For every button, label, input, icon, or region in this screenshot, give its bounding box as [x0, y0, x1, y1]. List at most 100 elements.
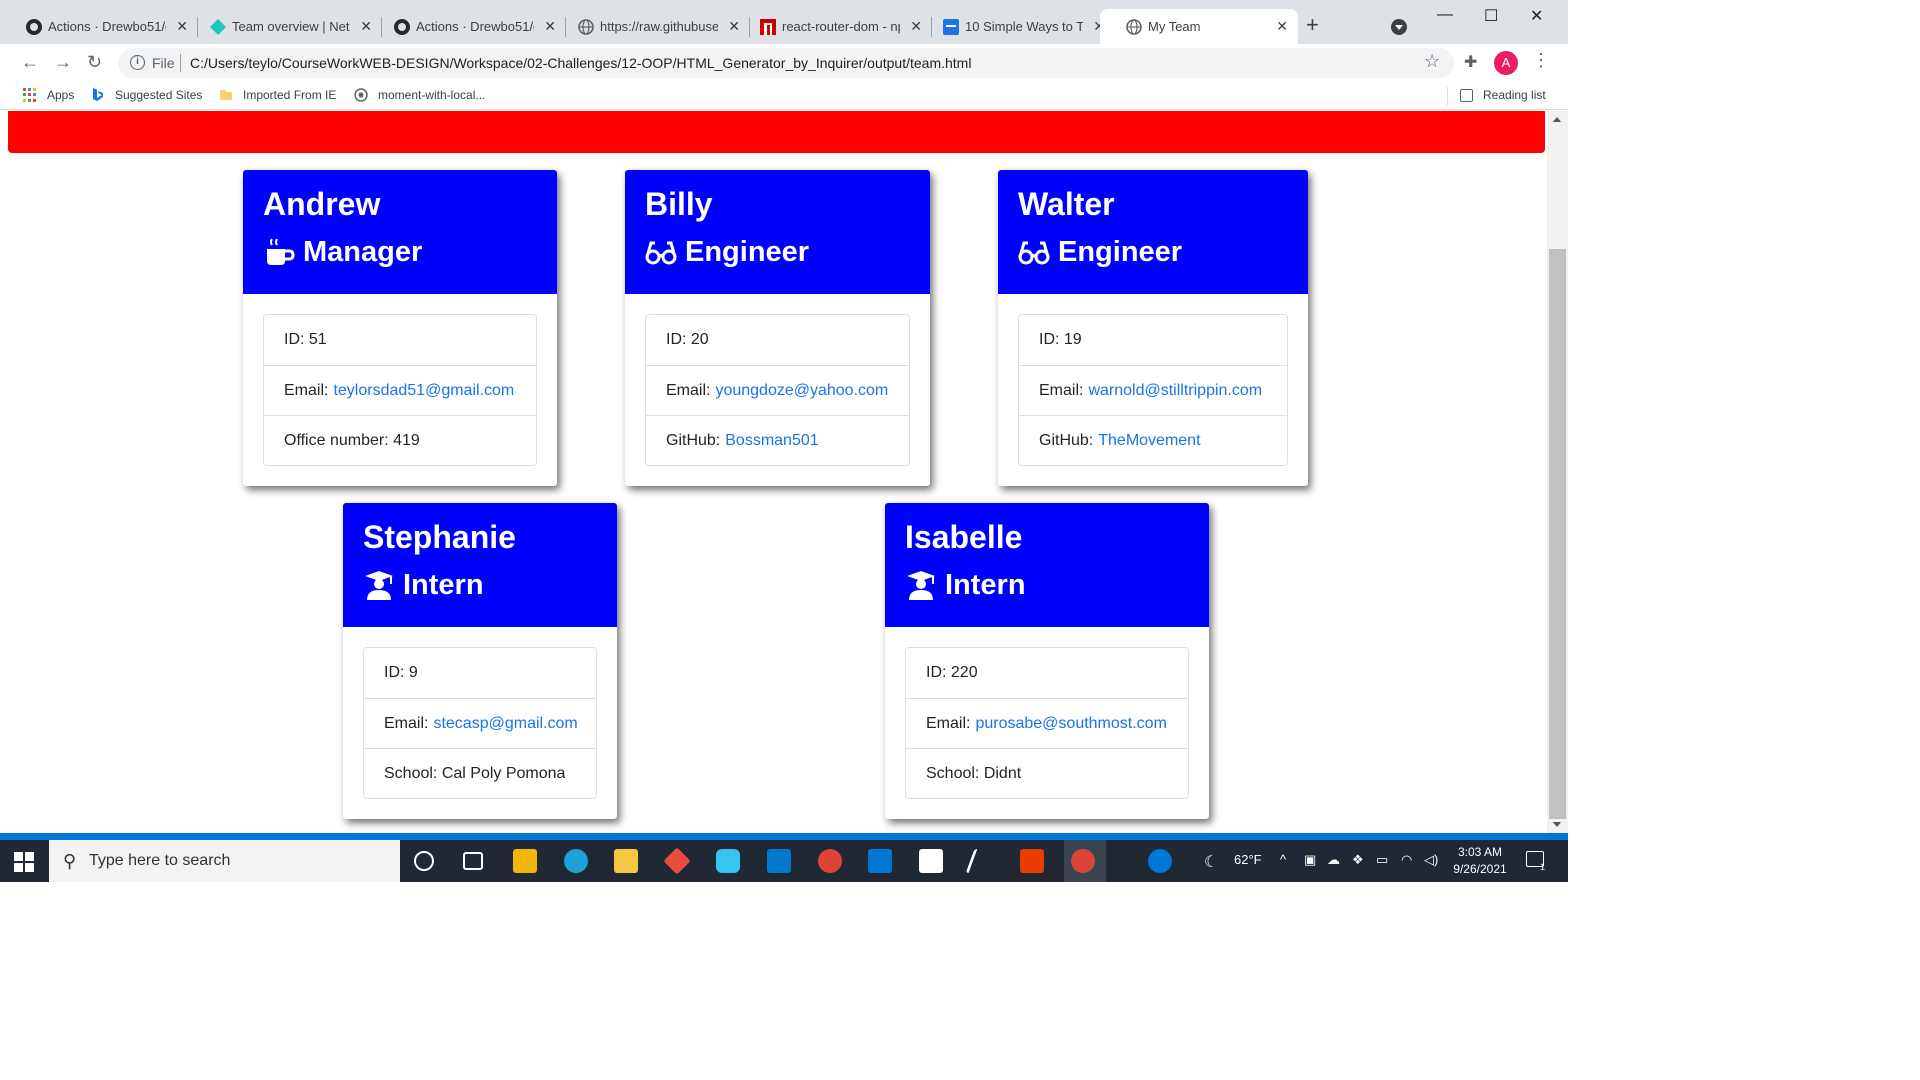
list-item-email: Email: teylorsdad51@gmail.com [264, 365, 536, 415]
list-item-email: Email: youngdoze@yahoo.com [646, 365, 909, 415]
chevron-up-icon[interactable]: ^ [1280, 852, 1286, 867]
close-tab-icon[interactable]: ✕ [1276, 18, 1288, 35]
bookmark-label: moment-with-local... [378, 88, 486, 102]
glasses-icon [1018, 241, 1050, 265]
bookmark-moment[interactable]: moment-with-local... [354, 88, 485, 102]
close-window-icon[interactable]: ✕ [1530, 6, 1543, 26]
tab-label: Actions · Drewbo51/g [48, 19, 166, 34]
reading-list-label: Reading list [1483, 88, 1546, 102]
employee-name: Billy [645, 186, 713, 222]
vscode-icon[interactable] [767, 849, 791, 873]
browser-tab[interactable]: Actions · Drewbo51/g ✕ [368, 9, 566, 44]
scroll-down-icon[interactable] [1553, 822, 1561, 827]
employee-card: Stephanie Intern ID: 9 Email: stecasp@gma… [343, 503, 617, 819]
reading-list-button[interactable]: Reading list [1460, 88, 1546, 102]
browser-tab[interactable]: 10 Simple Ways to Tak ✕ [917, 9, 1115, 44]
github-label: GitHub: [666, 431, 721, 449]
system-clock[interactable]: 3:03 AM 9/26/2021 [1448, 844, 1512, 878]
github-link[interactable]: TheMovement [1098, 432, 1200, 450]
bookmark-suggested-sites[interactable]: Suggested Sites [91, 88, 202, 102]
email-label: Email: [284, 381, 329, 399]
browser-tab-active[interactable]: My Team ✕ [1100, 9, 1298, 44]
list-item-id: ID: 220 [906, 648, 1188, 698]
browser-tab[interactable]: Team overview | Netlify ✕ [184, 9, 382, 44]
email-link[interactable]: stecasp@gmail.com [433, 715, 577, 733]
list-item-id: ID: 51 [264, 315, 536, 365]
email-link[interactable]: warnold@stilltrippin.com [1088, 382, 1262, 400]
card-body: ID: 220 Email: purosabe@southmost.com Sch… [885, 627, 1209, 821]
edge-icon[interactable] [564, 849, 588, 873]
bolt-icon[interactable] [965, 849, 985, 873]
menu-icon[interactable]: ⋮ [1532, 50, 1550, 71]
tab-search-icon[interactable] [1391, 19, 1407, 35]
email-link[interactable]: youngdoze@yahoo.com [715, 382, 888, 400]
help-icon[interactable] [1148, 849, 1172, 873]
card-header: Walter Engineer [998, 170, 1308, 294]
office-icon[interactable] [1020, 849, 1044, 873]
role-label: Engineer [685, 236, 810, 268]
browser-tab[interactable]: react-router-dom - npm ✕ [734, 9, 932, 44]
id-text: ID: 9 [384, 664, 418, 681]
chrome-icon[interactable] [818, 849, 842, 873]
page-icon [943, 19, 959, 35]
minimize-icon[interactable]: — [1437, 6, 1453, 24]
reload-icon[interactable]: ↻ [87, 52, 102, 73]
page-scrollbar[interactable] [1547, 111, 1568, 833]
scroll-up-icon[interactable] [1553, 117, 1561, 122]
avatar[interactable]: A [1494, 51, 1518, 75]
address-bar[interactable]: i File C:/Users/teylo/CourseWorkWEB-DESI… [118, 48, 1454, 78]
info-list: ID: 19 Email: warnold@stilltrippin.com Gi… [1018, 314, 1288, 466]
onedrive-icon[interactable]: ☁ [1327, 852, 1340, 868]
meet-now-icon[interactable]: ▣ [1304, 852, 1316, 868]
dropbox-icon[interactable]: ❖ [1352, 852, 1364, 868]
chrome-icon[interactable] [1071, 849, 1095, 873]
maximize-icon[interactable]: ☐ [1484, 6, 1498, 26]
battery-icon[interactable]: ▭ [1376, 852, 1388, 868]
clock-time: 3:03 AM [1457, 845, 1503, 859]
notification-count: 1 [1540, 862, 1546, 872]
amazon-icon[interactable] [919, 849, 943, 873]
employee-name: Andrew [263, 186, 381, 222]
github-link[interactable]: Bossman501 [725, 432, 818, 450]
card-header: Stephanie Intern [343, 503, 617, 627]
volume-icon[interactable]: ◁) [1424, 852, 1438, 868]
list-item-github: GitHub: Bossman501 [646, 415, 909, 465]
forward-icon[interactable]: → [54, 52, 72, 73]
email-link[interactable]: purosabe@southmost.com [975, 715, 1166, 733]
url-text[interactable]: C:/Users/teylo/CourseWorkWEB-DESIGN/Work… [190, 55, 971, 71]
employee-role: Engineer [1018, 232, 1288, 272]
weather-temp[interactable]: 62°F [1234, 852, 1262, 867]
task-view-icon[interactable] [463, 852, 483, 870]
browser-tab[interactable]: Actions · Drewbo51/g ✕ [0, 9, 198, 44]
store-icon[interactable] [513, 849, 537, 873]
taskbar-search-box[interactable]: ⚲ Type here to search [49, 840, 400, 882]
scrollbar-thumb[interactable] [1549, 249, 1566, 819]
email-label: Email: [384, 714, 429, 732]
back-icon[interactable]: ← [21, 52, 39, 73]
bookmark-imported-from-ie[interactable]: Imported From IE [219, 88, 336, 102]
github-label: GitHub: [1039, 431, 1094, 449]
windows-start-icon[interactable] [14, 852, 34, 872]
divider [180, 54, 181, 72]
email-link[interactable]: teylorsdad51@gmail.com [333, 382, 514, 400]
browser-tab[interactable]: https://raw.githubuse ✕ [552, 9, 750, 44]
graduate-icon [907, 571, 935, 600]
wifi-icon[interactable]: ◠ [1401, 852, 1412, 868]
apps-grid-icon [23, 88, 37, 102]
employee-card: Walter Engineer ID: 19 Email: warnold@sti… [998, 170, 1308, 486]
extensions-icon[interactable]: ✚ [1464, 52, 1477, 72]
bookmark-apps[interactable]: Apps [23, 88, 74, 102]
tab-label: https://raw.githubuse [600, 19, 718, 34]
mail-icon[interactable] [868, 849, 892, 873]
cortana-icon[interactable] [414, 851, 434, 871]
school-text: School: Didnt [926, 764, 1022, 782]
list-item-github: GitHub: TheMovement [1019, 415, 1287, 465]
bookmark-star-icon[interactable]: ☆ [1424, 51, 1440, 72]
site-info-icon[interactable]: i [130, 55, 145, 70]
file-explorer-icon[interactable] [614, 849, 638, 873]
git-icon[interactable] [663, 847, 691, 875]
new-tab-icon[interactable]: + [1306, 12, 1319, 38]
employee-role: Engineer [645, 232, 910, 272]
slack-icon[interactable] [716, 849, 740, 873]
scheme-label: File [152, 55, 175, 71]
